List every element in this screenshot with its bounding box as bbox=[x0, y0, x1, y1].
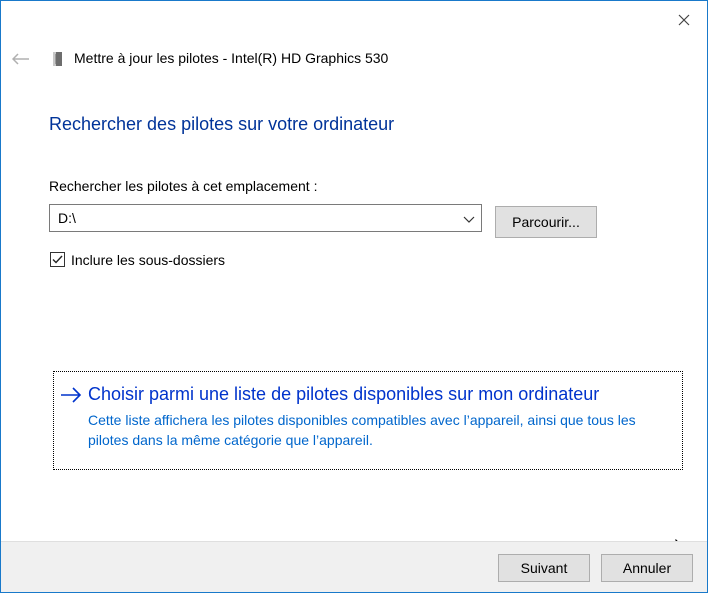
window-title: Mettre à jour les pilotes - Intel(R) HD … bbox=[74, 50, 389, 66]
dialog-footer: Suivant Annuler bbox=[1, 541, 707, 592]
cancel-button-label: Annuler bbox=[622, 560, 672, 576]
close-button[interactable] bbox=[661, 1, 707, 39]
arrow-right-icon bbox=[61, 387, 82, 403]
display-adapter-icon bbox=[53, 52, 62, 66]
browse-button-label: Parcourir... bbox=[512, 214, 580, 230]
location-value[interactable]: D:\ bbox=[58, 210, 76, 226]
location-label: Rechercher les pilotes à cet emplacement… bbox=[49, 178, 318, 194]
include-subfolders-label[interactable]: Inclure les sous-dossiers bbox=[71, 252, 225, 268]
back-button[interactable] bbox=[7, 43, 35, 75]
option-title[interactable]: Choisir parmi une liste de pilotes dispo… bbox=[88, 384, 599, 405]
option-description: Cette liste affichera les pilotes dispon… bbox=[88, 412, 636, 448]
dialog-content: Rechercher des pilotes sur votre ordinat… bbox=[1, 79, 707, 560]
include-subfolders-checkbox[interactable] bbox=[50, 252, 65, 267]
next-button[interactable]: Suivant bbox=[498, 554, 590, 582]
cancel-button[interactable]: Annuler bbox=[601, 554, 693, 582]
browse-button[interactable]: Parcourir... bbox=[495, 206, 597, 238]
location-combobox[interactable]: D:\ bbox=[49, 204, 482, 232]
update-drivers-dialog: Mettre à jour les pilotes - Intel(R) HD … bbox=[0, 0, 708, 593]
title-bar bbox=[1, 1, 707, 39]
close-icon bbox=[678, 14, 690, 26]
next-button-label: Suivant bbox=[520, 560, 568, 576]
dialog-header: Mettre à jour les pilotes - Intel(R) HD … bbox=[1, 39, 707, 79]
checkmark-icon bbox=[52, 255, 63, 264]
chevron-down-icon[interactable] bbox=[463, 213, 475, 225]
back-arrow-icon bbox=[12, 53, 29, 65]
choose-from-list-option[interactable]: Choisir parmi une liste de pilotes dispo… bbox=[53, 371, 683, 470]
page-heading: Rechercher des pilotes sur votre ordinat… bbox=[49, 114, 395, 134]
